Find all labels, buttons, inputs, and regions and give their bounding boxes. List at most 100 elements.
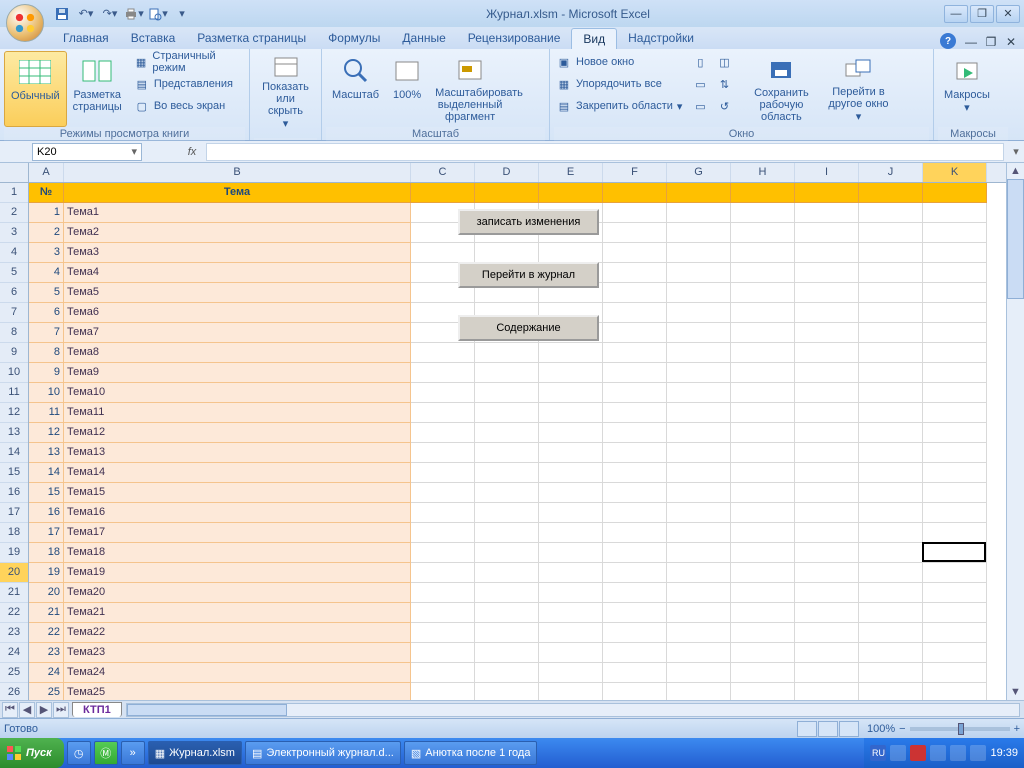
cell[interactable] [411, 403, 475, 423]
cell[interactable] [795, 323, 859, 343]
column-header[interactable]: D [475, 163, 539, 182]
cell[interactable] [795, 483, 859, 503]
cell[interactable] [603, 303, 667, 323]
cell[interactable] [475, 403, 539, 423]
tray-icon[interactable] [890, 745, 906, 761]
cell[interactable] [795, 183, 859, 203]
zoom-in-icon[interactable]: + [1014, 723, 1020, 735]
cell[interactable]: 23 [29, 643, 64, 663]
cell[interactable] [539, 423, 603, 443]
cell[interactable]: Тема6 [64, 303, 411, 323]
cell[interactable] [411, 343, 475, 363]
row-header[interactable]: 18 [0, 523, 28, 543]
cell[interactable] [859, 183, 923, 203]
cell[interactable] [859, 503, 923, 523]
expand-formula-icon[interactable]: ▾ [1008, 145, 1024, 158]
help-icon[interactable]: ? [940, 33, 956, 49]
macro-button[interactable]: записать изменения [458, 209, 599, 235]
cell[interactable] [603, 283, 667, 303]
cell[interactable] [539, 483, 603, 503]
cell[interactable] [539, 443, 603, 463]
row-header[interactable]: 11 [0, 383, 28, 403]
view-side-button[interactable]: ◫ [714, 51, 734, 73]
cell[interactable]: 7 [29, 323, 64, 343]
tray-icon[interactable] [910, 745, 926, 761]
cell[interactable]: 24 [29, 663, 64, 683]
cell[interactable] [731, 603, 795, 623]
cell[interactable] [859, 443, 923, 463]
tray-icon[interactable] [970, 745, 986, 761]
cell[interactable] [539, 523, 603, 543]
cell[interactable]: Тема4 [64, 263, 411, 283]
ribbon-tab[interactable]: Формулы [317, 28, 391, 49]
cell[interactable] [731, 463, 795, 483]
cell[interactable]: 10 [29, 383, 64, 403]
spreadsheet-grid[interactable]: 1234567891011121314151617181920212223242… [0, 163, 1024, 700]
cell[interactable] [603, 563, 667, 583]
cell[interactable]: 14 [29, 463, 64, 483]
cell[interactable] [475, 443, 539, 463]
cell[interactable] [923, 463, 987, 483]
taskbar-quick[interactable]: » [121, 741, 145, 765]
scroll-thumb[interactable] [127, 704, 287, 716]
cell[interactable] [731, 183, 795, 203]
cell[interactable] [475, 423, 539, 443]
cell[interactable] [795, 543, 859, 563]
cell[interactable] [667, 203, 731, 223]
cell[interactable] [411, 583, 475, 603]
cell[interactable] [539, 383, 603, 403]
row-header[interactable]: 13 [0, 423, 28, 443]
page-break-preview-button[interactable]: ▦Страничный режим [132, 51, 245, 73]
cell[interactable] [603, 183, 667, 203]
cell[interactable] [475, 663, 539, 683]
row-header[interactable]: 23 [0, 623, 28, 643]
row-header[interactable]: 8 [0, 323, 28, 343]
scroll-thumb[interactable] [1007, 179, 1024, 299]
save-workspace-button[interactable]: Сохранить рабочую область [740, 51, 822, 127]
clock[interactable]: 19:39 [990, 747, 1018, 759]
cell[interactable] [475, 643, 539, 663]
minimize-button[interactable]: — [944, 5, 968, 23]
cell[interactable] [411, 543, 475, 563]
cell[interactable]: Тема13 [64, 443, 411, 463]
cell[interactable]: Тема8 [64, 343, 411, 363]
hide-button[interactable]: ▭ [690, 73, 710, 95]
taskbar-quick[interactable]: Ⓜ [94, 741, 118, 765]
cell[interactable] [411, 503, 475, 523]
cell[interactable]: Тема11 [64, 403, 411, 423]
print-icon[interactable]: ▾ [124, 4, 144, 24]
cell[interactable]: Тема17 [64, 523, 411, 543]
row-header[interactable]: 2 [0, 203, 28, 223]
cell[interactable]: Тема25 [64, 683, 411, 700]
row-header[interactable]: 17 [0, 503, 28, 523]
formula-input[interactable] [206, 143, 1004, 161]
cell[interactable] [731, 443, 795, 463]
cell[interactable] [859, 383, 923, 403]
horizontal-scrollbar[interactable] [126, 703, 1020, 717]
view-normal-button[interactable]: Обычный [4, 51, 67, 127]
cell[interactable] [539, 583, 603, 603]
cell[interactable]: 1 [29, 203, 64, 223]
cell[interactable] [795, 663, 859, 683]
volume-icon[interactable] [950, 745, 966, 761]
cell[interactable] [539, 623, 603, 643]
cell[interactable]: Тема [64, 183, 411, 203]
cell[interactable] [859, 623, 923, 643]
page-break-view-icon[interactable] [839, 721, 859, 737]
cell[interactable] [795, 563, 859, 583]
zoom-slider[interactable] [910, 727, 1010, 731]
next-sheet-icon[interactable]: ▶ [36, 702, 52, 718]
restore-button[interactable]: ❐ [970, 5, 994, 23]
doc-close-button[interactable]: ✕ [1002, 35, 1020, 49]
cell[interactable] [603, 343, 667, 363]
cell[interactable] [475, 363, 539, 383]
cell[interactable] [667, 363, 731, 383]
cell[interactable] [923, 523, 987, 543]
cell[interactable] [475, 543, 539, 563]
cell[interactable] [667, 323, 731, 343]
taskbar-item[interactable]: ▤Электронный журнал.d... [245, 741, 401, 765]
cell[interactable] [731, 203, 795, 223]
row-header[interactable]: 5 [0, 263, 28, 283]
cell[interactable] [731, 363, 795, 383]
cell[interactable]: Тема16 [64, 503, 411, 523]
